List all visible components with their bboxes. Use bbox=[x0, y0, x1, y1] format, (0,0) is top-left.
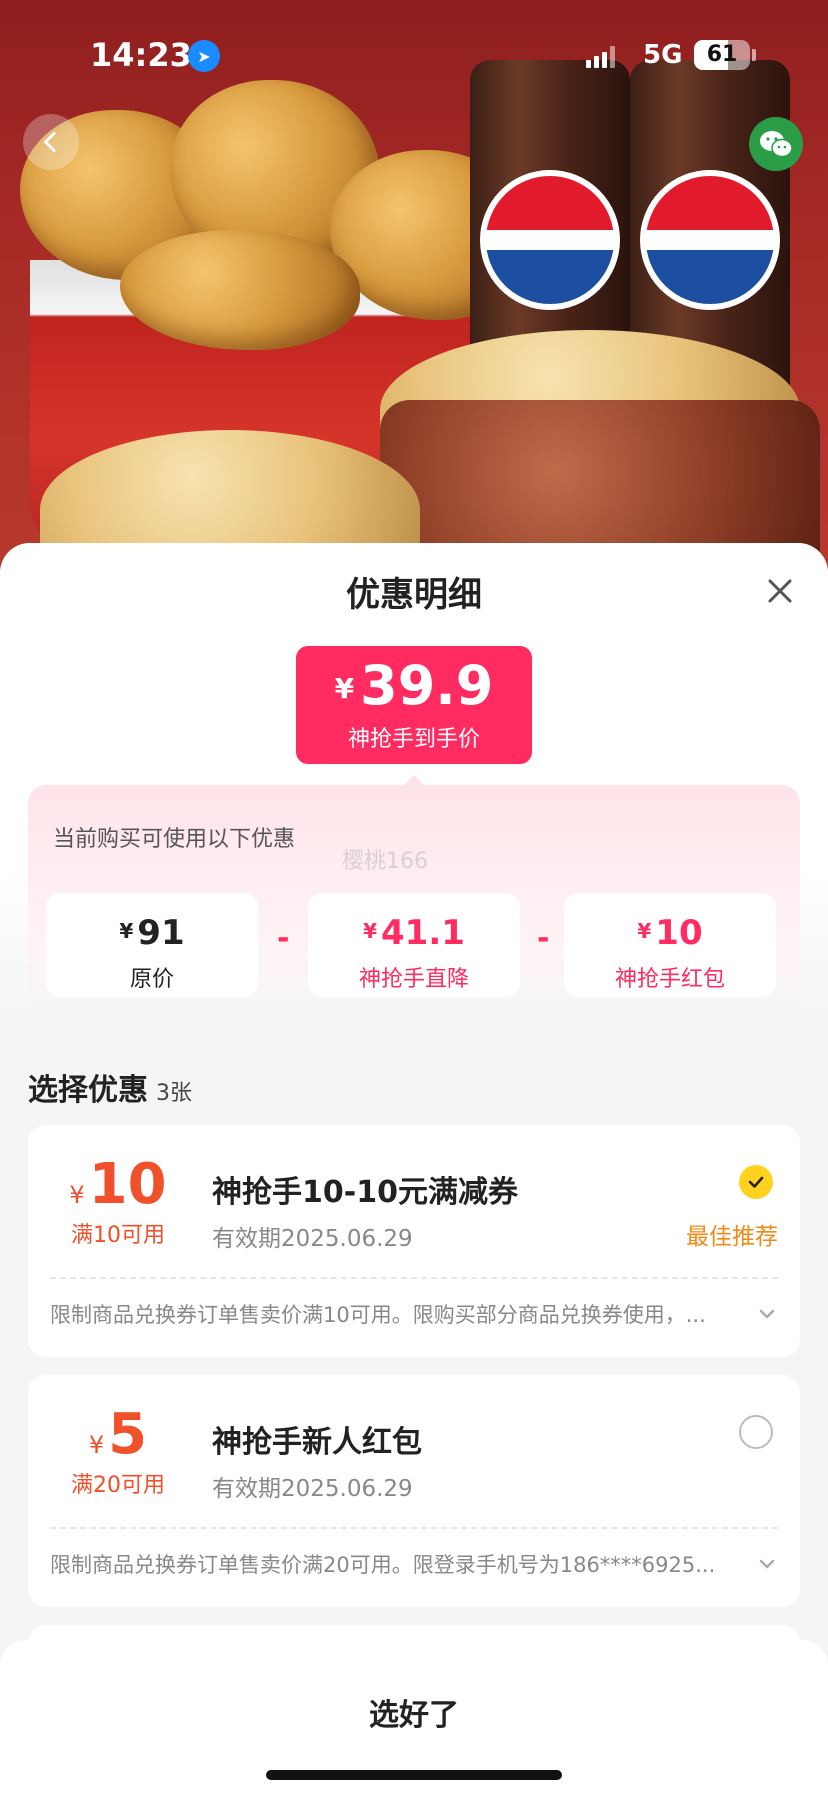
final-price-label: 神抢手到手价 bbox=[347, 727, 480, 752]
coupon-card[interactable]: ¥5 满20可用 神抢手新人红包 有效期2025.06.29 限制商品兑换券订单… bbox=[28, 1375, 800, 1607]
coupon-condition: 满20可用 bbox=[71, 1473, 165, 1498]
coupon-count: 3张 bbox=[156, 1081, 192, 1106]
coupon-description: 限制商品兑换券订单售卖价满10可用。限购买部分商品兑换券使用，... bbox=[50, 1303, 706, 1327]
coupon-selected-check[interactable] bbox=[739, 1165, 773, 1199]
signal-strength-icon bbox=[586, 46, 615, 68]
checkmark-icon bbox=[748, 1176, 764, 1188]
direct-discount-value: 41.1 bbox=[381, 913, 465, 953]
sheet-title: 优惠明细 bbox=[346, 575, 482, 615]
chevron-left-icon bbox=[44, 131, 56, 153]
minus-operator: - bbox=[277, 921, 290, 956]
status-time: 14:23 bbox=[90, 36, 192, 74]
status-bar: 14:23 ➤ 5G 61 bbox=[0, 0, 828, 110]
confirm-button[interactable]: 选好了 bbox=[0, 1690, 828, 1734]
coupon-validity: 有效期2025.06.29 bbox=[212, 1476, 413, 1502]
battery-level: 61 bbox=[706, 42, 738, 67]
network-type: 5G bbox=[643, 40, 683, 70]
minus-operator: - bbox=[537, 921, 550, 956]
coupon-validity: 有效期2025.06.29 bbox=[212, 1226, 413, 1252]
final-price-badge: ¥39.9 神抢手到手价 bbox=[296, 646, 532, 764]
original-price-label: 原价 bbox=[129, 967, 174, 992]
back-button[interactable] bbox=[23, 114, 79, 170]
currency-symbol: ¥ bbox=[334, 672, 355, 705]
chevron-down-icon[interactable] bbox=[754, 1555, 780, 1573]
direct-discount-label: 神抢手直降 bbox=[358, 967, 469, 992]
home-indicator bbox=[266, 1770, 562, 1780]
coupon-name: 神抢手10-10元满减券 bbox=[212, 1175, 518, 1210]
location-arrow-icon: ➤ bbox=[188, 40, 220, 72]
battery-icon: 61 bbox=[694, 40, 750, 70]
select-coupon-title: 选择优惠 3张 bbox=[28, 1073, 192, 1108]
wechat-icon bbox=[760, 131, 793, 158]
coupon-condition: 满10可用 bbox=[71, 1223, 165, 1248]
price-breakdown: 当前购买可使用以下优惠 樱桃166 ¥91 原价 - ¥41.1 神抢手直降 -… bbox=[28, 785, 800, 1015]
coupon-card[interactable]: ¥10 满10可用 神抢手10-10元满减券 有效期2025.06.29 最佳推… bbox=[28, 1125, 800, 1357]
coupon-amount: ¥5 满20可用 bbox=[28, 1405, 208, 1499]
coupon-name: 神抢手新人红包 bbox=[212, 1425, 422, 1460]
best-recommend-tag: 最佳推荐 bbox=[686, 1224, 778, 1250]
close-button[interactable] bbox=[762, 573, 798, 609]
confirm-bar: 选好了 bbox=[0, 1640, 828, 1795]
wechat-share-button[interactable] bbox=[749, 117, 803, 171]
red-packet-label: 神抢手红包 bbox=[614, 967, 725, 992]
coupon-amount: ¥10 满10可用 bbox=[28, 1155, 208, 1249]
red-packet-card: ¥10 神抢手红包 bbox=[564, 893, 776, 997]
chevron-down-icon[interactable] bbox=[754, 1305, 780, 1323]
watermark: 樱桃166 bbox=[342, 849, 428, 874]
coupon-unselected-radio[interactable] bbox=[739, 1415, 773, 1449]
original-price-card: ¥91 原价 bbox=[46, 893, 258, 997]
close-icon bbox=[768, 579, 792, 603]
discount-detail-sheet: 优惠明细 ¥39.9 神抢手到手价 当前购买可使用以下优惠 樱桃166 ¥91 … bbox=[0, 543, 828, 1795]
breakdown-hint: 当前购买可使用以下优惠 bbox=[53, 827, 296, 852]
coupon-description: 限制商品兑换券订单售卖价满20可用。限登录手机号为186****6925... bbox=[50, 1553, 716, 1577]
original-price-value: 91 bbox=[137, 913, 185, 953]
final-price-amount: 39.9 bbox=[360, 654, 494, 717]
red-packet-value: 10 bbox=[655, 913, 703, 953]
direct-discount-card: ¥41.1 神抢手直降 bbox=[308, 893, 520, 997]
